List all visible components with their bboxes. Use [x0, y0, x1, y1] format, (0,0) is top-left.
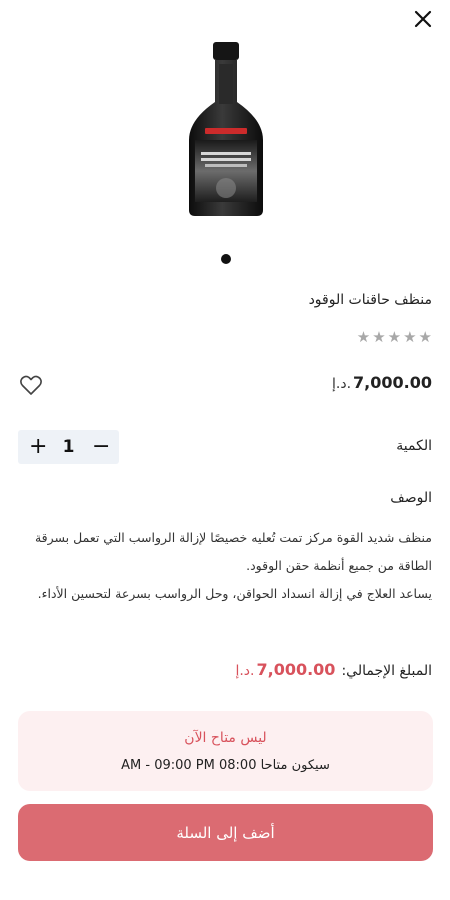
star-icon: ★ [387, 328, 402, 346]
total-currency: د.إ. [235, 663, 255, 679]
quantity-decrease-button[interactable]: − [92, 436, 110, 458]
product-title: منظف حاقنات الوقود [308, 292, 432, 308]
availability-title: ليس متاح الآن [184, 730, 267, 746]
description-paragraph-1: منظف شديد القوة مركز تمت تُعليه خصيصًا ل… [34, 530, 432, 573]
total-value: 7,000.00 [256, 660, 336, 679]
availability-notice: ليس متاح الآن سيكون متاحا 08:00 AM - 09:… [18, 711, 433, 791]
description-text: منظف شديد القوة مركز تمت تُعليه خصيصًا ل… [12, 524, 432, 608]
rating-stars: ★ ★ ★ ★ ★ [357, 330, 432, 345]
product-price: د.إ. 7,000.00 [332, 373, 432, 392]
star-icon: ★ [418, 328, 432, 346]
close-icon [414, 10, 432, 28]
favorite-button[interactable] [18, 372, 44, 398]
quantity-stepper: + 1 − [18, 430, 119, 464]
total-amount: المبلغ الإجمالي: د.إ. 7,000.00 [235, 660, 432, 679]
description-paragraph-2: يساعد العلاج في إزالة انسداد الحواقن، وح… [37, 586, 432, 601]
quantity-label: الكمية [396, 438, 432, 454]
description-heading: الوصف [390, 490, 432, 506]
carousel-dot-active[interactable] [221, 254, 231, 264]
quantity-increase-button[interactable]: + [29, 436, 47, 458]
star-icon: ★ [356, 328, 371, 346]
price-amount: 7,000.00 [353, 373, 432, 392]
total-label: المبلغ الإجمالي: [341, 663, 432, 679]
product-image [183, 40, 269, 220]
close-button[interactable] [410, 6, 436, 32]
heart-outline-icon [20, 375, 42, 395]
availability-hours: سيكون متاحا 08:00 AM - 09:00 PM [121, 758, 330, 773]
add-to-cart-button[interactable]: أضف إلى السلة [18, 804, 433, 861]
price-currency: د.إ. [332, 376, 352, 392]
quantity-value: 1 [62, 437, 75, 457]
star-icon: ★ [372, 328, 386, 346]
star-icon: ★ [403, 328, 417, 346]
